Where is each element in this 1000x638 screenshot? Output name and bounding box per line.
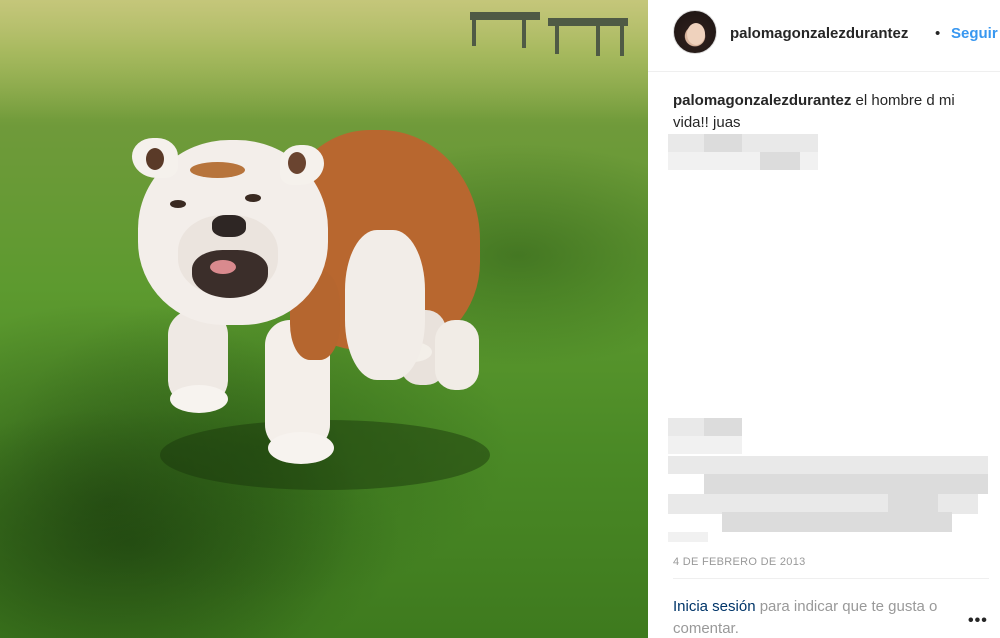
login-link[interactable]: Inicia sesión — [673, 598, 756, 615]
login-prompt: Inicia sesión para indicar que te gusta … — [673, 596, 973, 638]
bulldog — [120, 120, 500, 490]
caption-username-link[interactable]: palomagonzalezdurantez — [673, 92, 851, 109]
background-bench-leg — [522, 18, 526, 48]
header-separator: • — [935, 25, 941, 42]
post-header: palomagonzalezdurantez • Seguir — [648, 0, 1000, 72]
background-bench-leg — [596, 24, 600, 56]
background-bench-leg — [472, 18, 476, 46]
background-bench — [548, 18, 628, 26]
avatar[interactable] — [673, 10, 717, 54]
background-bench — [470, 12, 540, 20]
post-caption: palomagonzalezdurantez el hombre d mi vi… — [673, 90, 973, 134]
avatar-face — [687, 23, 705, 45]
divider — [673, 578, 989, 579]
post-side-panel: palomagonzalezdurantez • Seguir palomago… — [648, 0, 1000, 638]
more-options-icon[interactable]: ••• — [968, 612, 988, 630]
username-link[interactable]: palomagonzalezdurantez — [730, 25, 908, 42]
post-photo — [0, 0, 648, 638]
post-date: 4 DE FEBRERO DE 2013 — [673, 556, 806, 568]
background-bench-leg — [555, 24, 559, 54]
background-bench-leg — [620, 24, 624, 56]
follow-button[interactable]: Seguir — [951, 25, 1000, 42]
